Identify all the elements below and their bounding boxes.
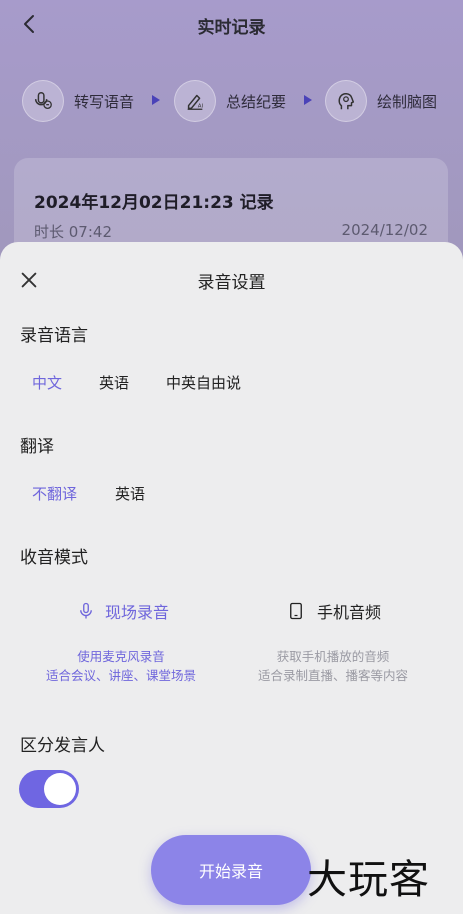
language-option-mixed[interactable]: 中英自由说 (166, 372, 241, 393)
mode-option-label: 手机音频 (317, 603, 382, 622)
watermark-logo: 大玩客 (307, 857, 430, 903)
mode-option-live[interactable]: 现场录音 (77, 599, 169, 623)
record-title: 2024年12月02日21:23 记录 (34, 193, 274, 213)
mode-option-phone-audio[interactable]: 手机音频 (287, 599, 381, 623)
mode-desc-line: 使用麦克风录音 (77, 649, 165, 664)
phone-icon (290, 602, 302, 620)
mode-desc-line: 适合会议、讲座、课堂场景 (45, 668, 196, 683)
ai-pen-icon: AI (187, 94, 204, 110)
mode-desc-line: 获取手机播放的音频 (276, 649, 390, 664)
speaker-toggle[interactable] (19, 770, 79, 808)
step-label: 转写语音 (74, 92, 135, 111)
svg-text:AI: AI (198, 103, 204, 109)
translate-option-english[interactable]: 英语 (115, 483, 145, 504)
mode-desc-line: 适合录制直播、播客等内容 (257, 668, 408, 683)
mode-phone-description: 获取手机播放的音频 适合录制直播、播客等内容 (228, 647, 438, 685)
mode-option-label: 现场录音 (105, 603, 170, 622)
step-label: 总结纪要 (226, 92, 287, 111)
mode-live-description: 使用麦克风录音 适合会议、讲座、课堂场景 (16, 647, 226, 685)
translate-option-none[interactable]: 不翻译 (32, 483, 77, 504)
language-option-chinese[interactable]: 中文 (32, 372, 62, 393)
record-date: 2024/12/02 (341, 221, 428, 239)
speaker-section-label: 区分发言人 (20, 736, 105, 756)
mode-section-label: 收音模式 (20, 548, 88, 568)
header: 实时记录 (0, 0, 463, 48)
brain-head-icon (338, 93, 355, 110)
step-mindmap: 绘制脑图 (325, 78, 437, 124)
step-transcribe: 转写语音 (22, 78, 134, 124)
language-section-label: 录音语言 (20, 326, 88, 346)
mic-transcribe-icon (34, 92, 52, 109)
step-label: 绘制脑图 (377, 92, 438, 111)
translate-section-label: 翻译 (20, 437, 54, 457)
record-duration: 时长 07:42 (34, 223, 112, 241)
step-summary: AI 总结纪要 (174, 78, 286, 124)
start-recording-button[interactable]: 开始录音 (151, 835, 311, 905)
workflow-steps: 转写语音 AI 总结纪要 绘制脑图 (22, 78, 452, 124)
toggle-knob (44, 773, 76, 805)
microphone-icon (80, 602, 92, 619)
step-arrow-icon (304, 95, 312, 105)
recording-settings-sheet: 录音设置 录音语言 中文 英语 中英自由说 翻译 不翻译 英语 收音模式 现场录… (0, 242, 463, 914)
language-option-english[interactable]: 英语 (99, 372, 129, 393)
page-title: 实时记录 (197, 18, 266, 38)
sheet-title: 录音设置 (197, 273, 266, 293)
step-arrow-icon (152, 95, 160, 105)
